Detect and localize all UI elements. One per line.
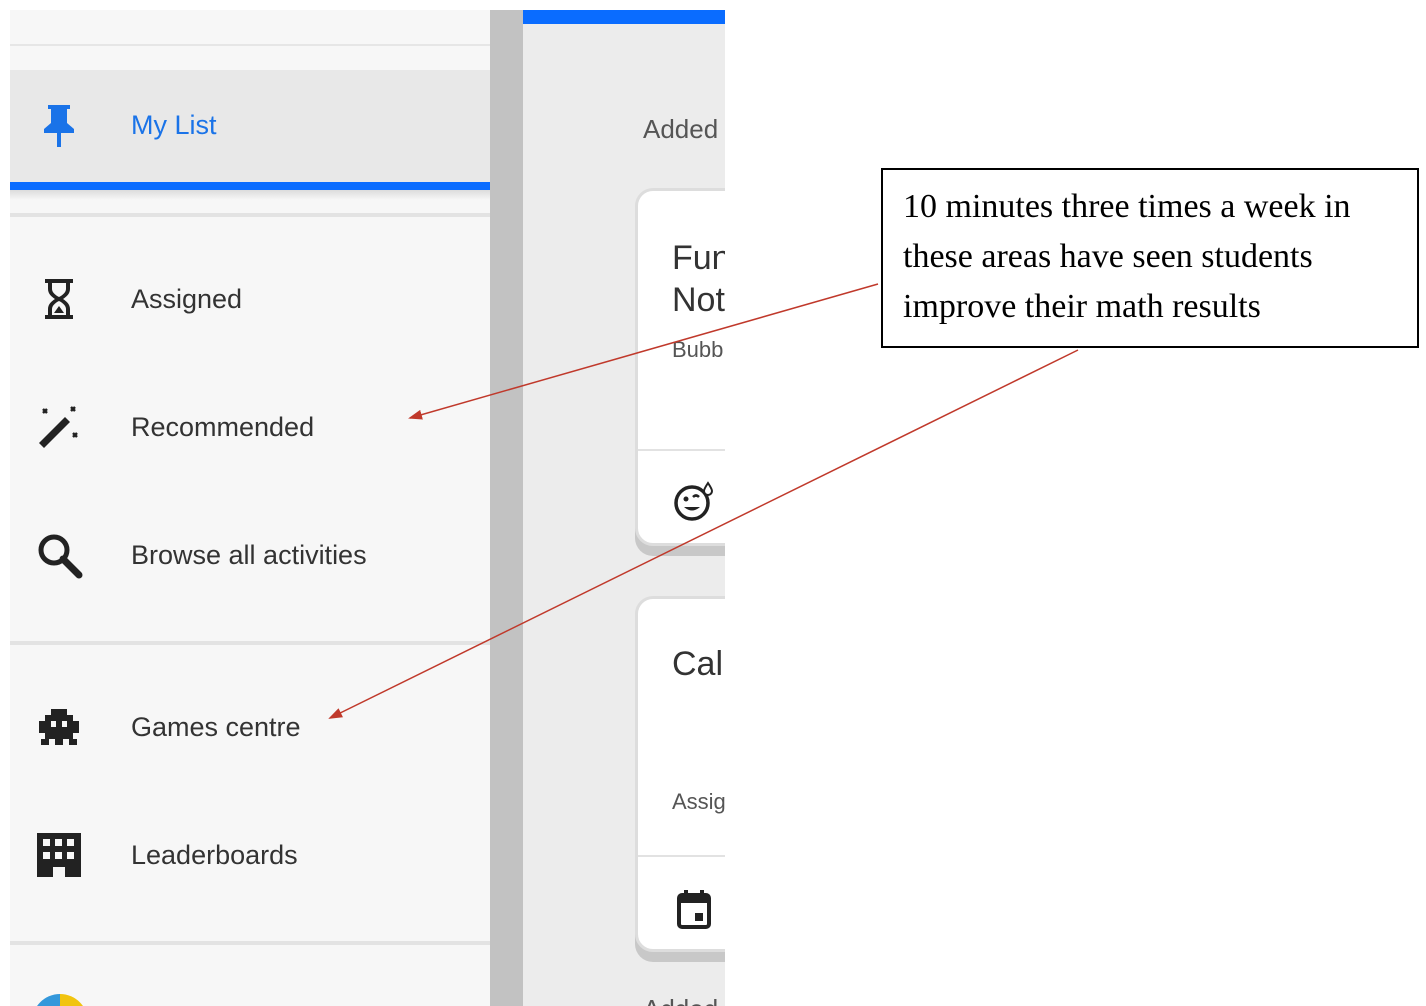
card-title: Not <box>672 281 725 319</box>
sidebar-item-browse[interactable]: Browse all activities <box>10 505 490 605</box>
activity-card[interactable]: Fun Not Bubb <box>635 188 725 546</box>
avatar[interactable] <box>32 994 88 1006</box>
card-title: Cal <box>672 645 724 683</box>
sidebar-item-games-centre[interactable]: Games centre <box>10 677 490 777</box>
sidebar: My List Assigned Recommended Browse all … <box>10 10 490 1006</box>
sidebar-item-label: My List <box>131 110 217 140</box>
section-label: Added <box>643 994 718 1006</box>
card-divider <box>638 449 725 451</box>
sidebar-top-divider <box>10 44 490 46</box>
search-icon <box>34 530 84 580</box>
card-title: Fun <box>672 239 725 277</box>
sidebar-item-label: Games centre <box>131 712 301 742</box>
hourglass-icon <box>34 274 84 324</box>
card-divider <box>638 855 725 857</box>
smiling-sweat-face-icon <box>672 479 716 523</box>
card-subtitle: Assig <box>672 789 725 814</box>
sidebar-item-my-list[interactable]: My List <box>10 70 490 182</box>
app-screenshot: My List Assigned Recommended Browse all … <box>10 10 725 1006</box>
main-content: Added Fun Not Bubb Cal Assig Added <box>523 10 725 1006</box>
divider <box>10 941 490 945</box>
sidebar-item-label: Browse all activities <box>131 540 367 570</box>
active-indicator <box>10 182 490 190</box>
calendar-icon <box>672 887 716 931</box>
sidebar-item-label: Leaderboards <box>131 840 298 870</box>
section-label: Added <box>643 114 719 144</box>
top-bar <box>523 10 725 24</box>
divider <box>10 213 490 217</box>
sidebar-item-leaderboards[interactable]: Leaderboards <box>10 805 490 905</box>
scrollbar[interactable] <box>490 10 523 1006</box>
sidebar-item-label: Recommended <box>131 412 315 442</box>
space-invader-icon <box>34 702 84 752</box>
divider <box>10 641 490 645</box>
sidebar-item-label: Assigned <box>131 284 243 314</box>
building-icon <box>34 830 84 880</box>
card-subtitle: Bubb <box>672 337 724 362</box>
pushpin-icon <box>34 101 84 151</box>
magic-wand-icon <box>34 402 84 452</box>
active-indicator-shadow <box>10 190 490 200</box>
annotation-callout: 10 minutes three times a week in these a… <box>881 168 1419 348</box>
sidebar-item-assigned[interactable]: Assigned <box>10 249 490 349</box>
sidebar-item-recommended[interactable]: Recommended <box>10 377 490 477</box>
activity-card[interactable]: Cal Assig <box>635 596 725 952</box>
